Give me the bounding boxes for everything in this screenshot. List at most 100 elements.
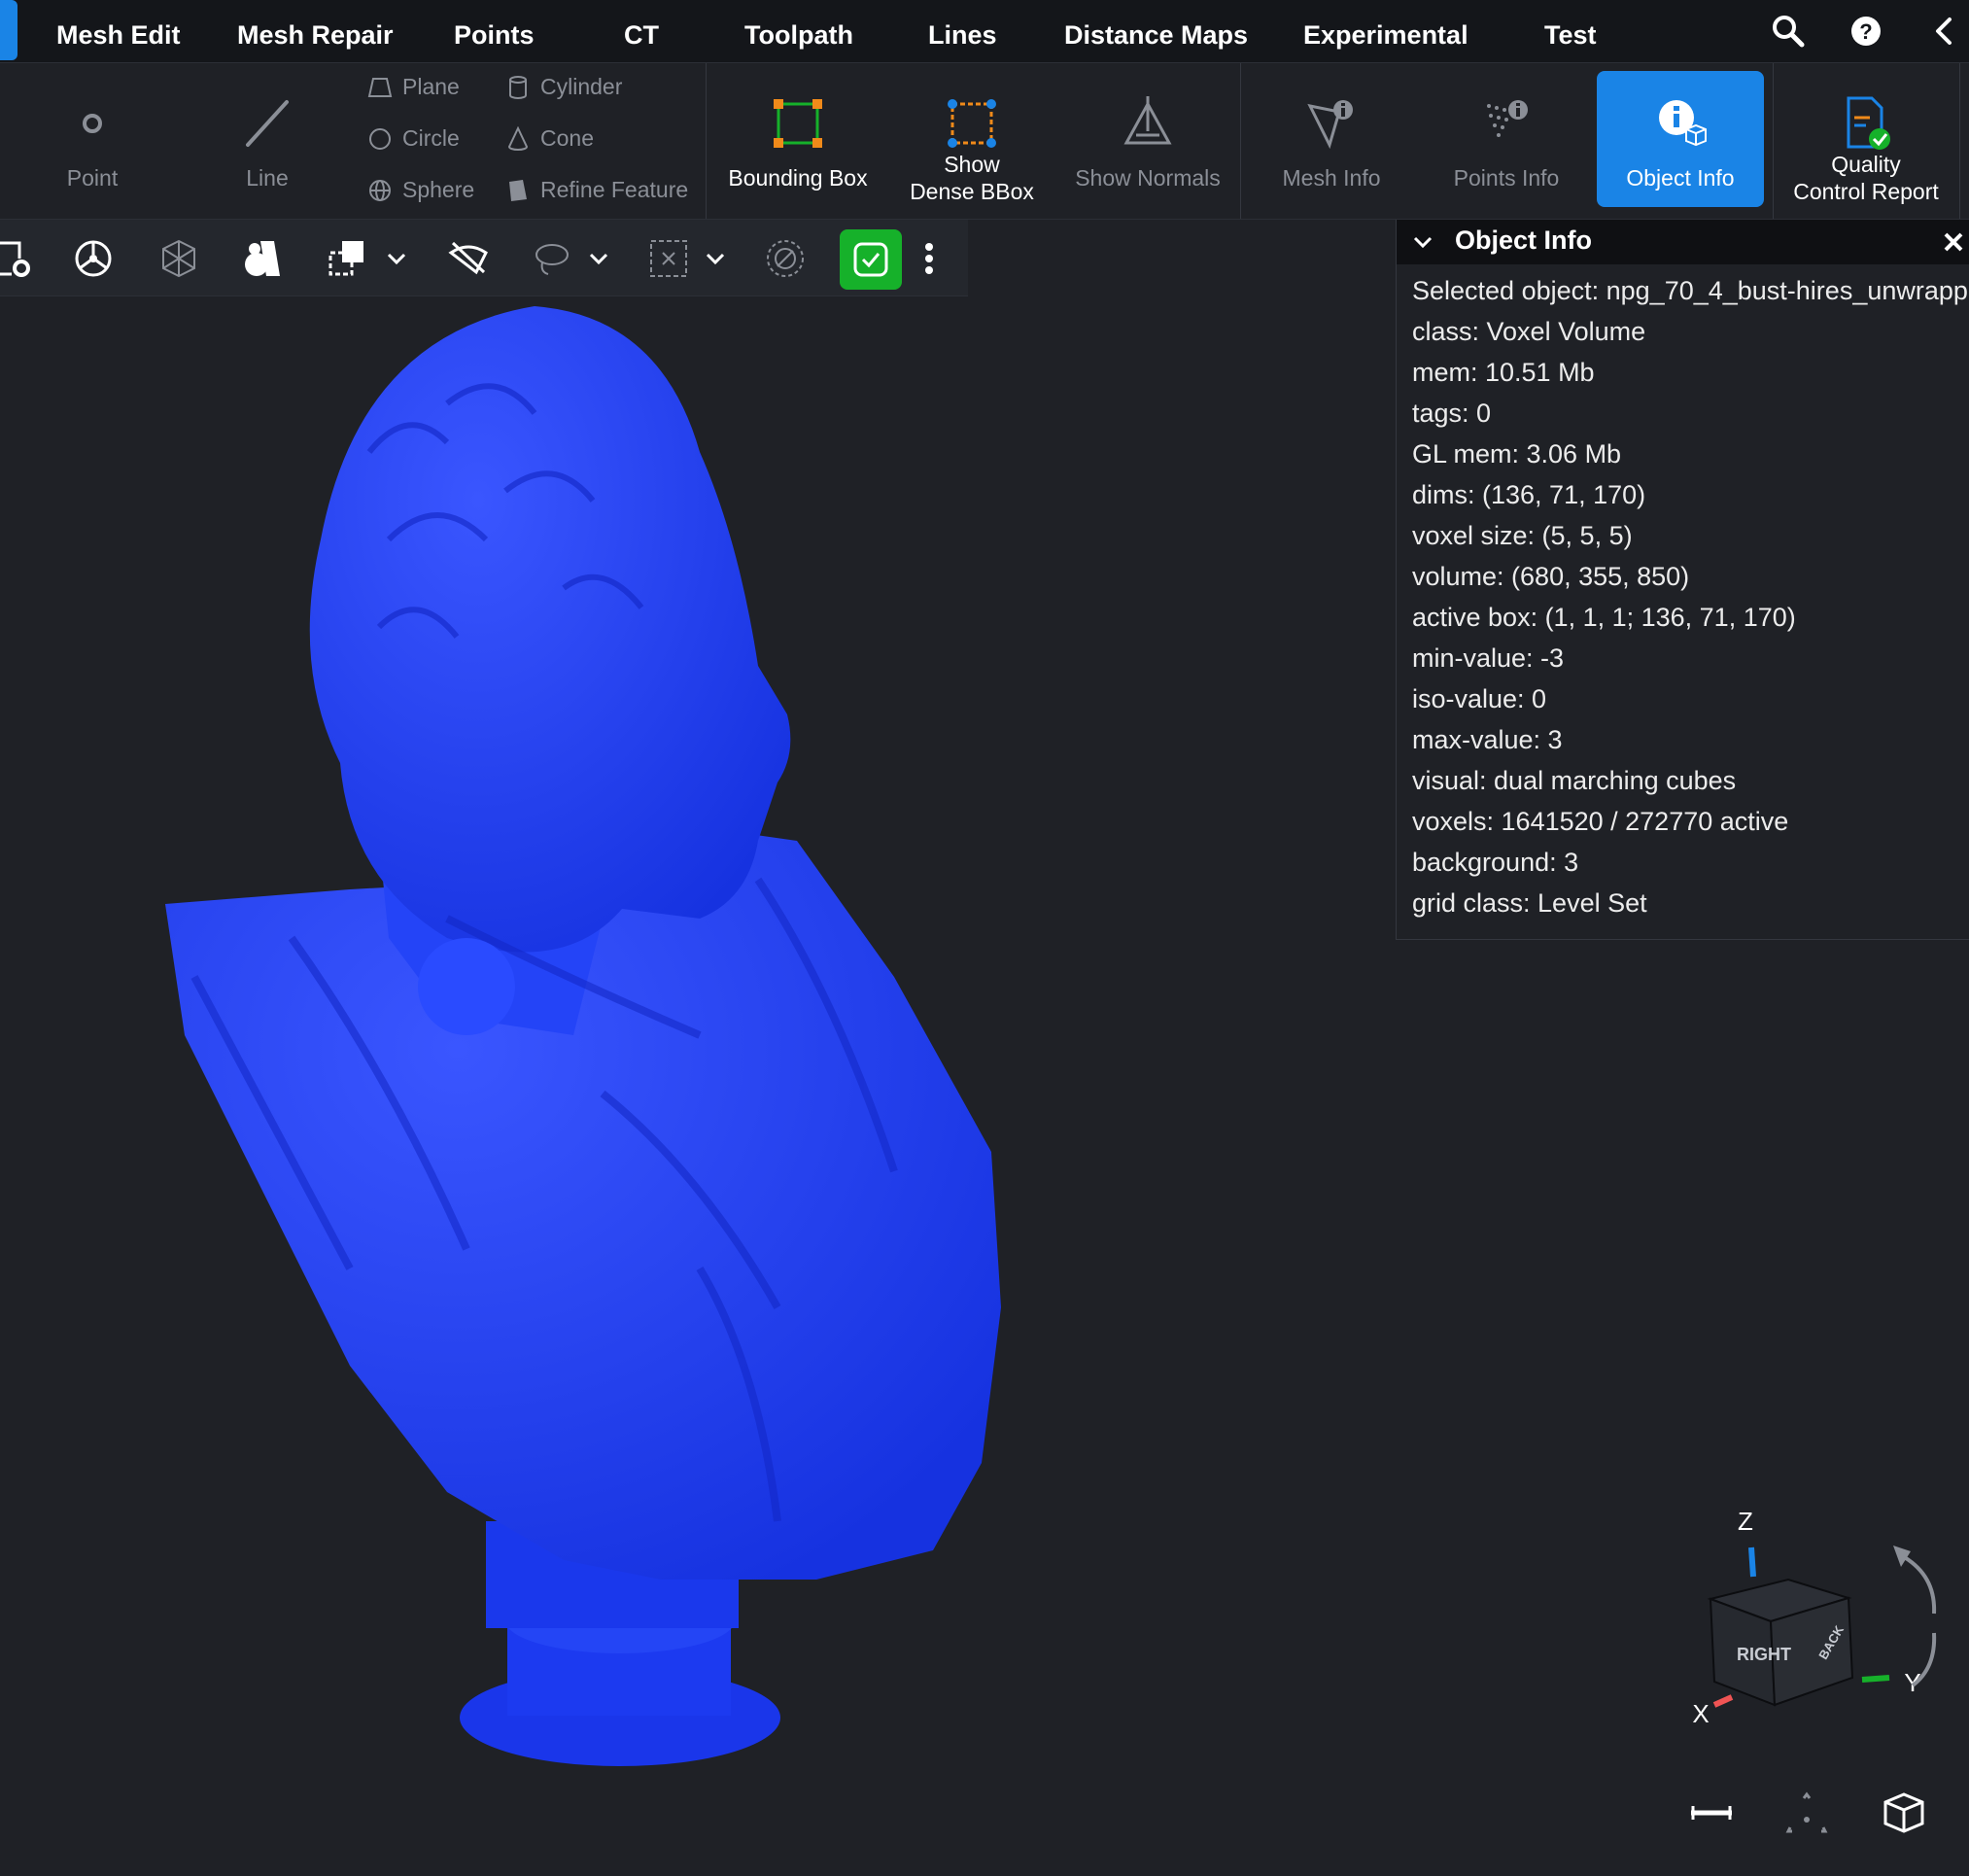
bounding-box-button[interactable]: Bounding Box xyxy=(719,71,877,207)
point-button[interactable]: Point xyxy=(19,71,165,207)
info-voxel-size: voxel size: (5, 5, 5) xyxy=(1412,521,1633,550)
info-class: class: Voxel Volume xyxy=(1412,317,1646,346)
measure-icon[interactable] xyxy=(1687,1789,1736,1837)
show-normals-label: Show Normals xyxy=(1075,165,1221,191)
lasso-icon[interactable] xyxy=(531,237,573,280)
clone-icon[interactable] xyxy=(327,237,369,280)
scene-settings-icon[interactable] xyxy=(0,237,33,280)
fit-view-icon[interactable] xyxy=(1782,1789,1831,1837)
refine-feature-icon xyxy=(509,180,527,201)
cylinder-label: Cylinder xyxy=(540,74,623,99)
menu-test[interactable]: Test xyxy=(1544,0,1597,62)
primitives-icon[interactable] xyxy=(241,237,284,280)
bounding-box-label: Bounding Box xyxy=(728,165,868,191)
chevron-down-icon[interactable] xyxy=(704,247,727,270)
more-options-icon[interactable] xyxy=(908,237,950,280)
info-min-value: min-value: -3 xyxy=(1412,643,1565,673)
menu-experimental[interactable]: Experimental xyxy=(1303,0,1468,62)
help-icon[interactable]: ? xyxy=(1847,12,1885,51)
ribbon-separator xyxy=(706,63,707,219)
menu-distance-maps[interactable]: Distance Maps xyxy=(1064,0,1248,62)
cube-right-label: RIGHT xyxy=(1737,1645,1791,1664)
points-info-icon xyxy=(1487,100,1528,137)
info-iso-value: iso-value: 0 xyxy=(1412,684,1547,713)
bust-model[interactable] xyxy=(155,296,1011,1813)
info-grid-class: grid class: Level Set xyxy=(1412,888,1647,918)
hide-icon[interactable] xyxy=(447,237,490,280)
info-active-box: active box: (1, 1, 1; 136, 71, 170) xyxy=(1412,603,1796,632)
quality-label-2: Control Report xyxy=(1793,179,1939,204)
info-visual: visual: dual marching cubes xyxy=(1412,766,1737,795)
menu-lines[interactable]: Lines xyxy=(928,0,997,62)
menu-points[interactable]: Points xyxy=(454,0,535,62)
info-max-value: max-value: 3 xyxy=(1412,725,1563,754)
plane-icon xyxy=(367,78,393,97)
axis-x-line xyxy=(1712,1694,1734,1708)
svg-text:?: ? xyxy=(1859,19,1872,44)
add-geometry-icon[interactable] xyxy=(157,237,200,280)
circle-icon xyxy=(369,128,391,150)
axis-z-label: Z xyxy=(1738,1507,1753,1536)
points-info-label: Points Info xyxy=(1453,165,1560,191)
show-dense-bbox-button[interactable]: Show Dense BBox xyxy=(894,71,1050,207)
info-tags: tags: 0 xyxy=(1412,399,1492,428)
quality-label-1: Quality xyxy=(1831,152,1901,177)
points-info-button[interactable]: Points Info xyxy=(1429,71,1584,207)
info-dims: dims: (136, 71, 170) xyxy=(1412,480,1646,509)
viewport-toolbar xyxy=(0,220,968,296)
search-icon[interactable] xyxy=(1769,12,1808,51)
object-info-button[interactable]: Object Info xyxy=(1597,71,1764,207)
top-menu-bar: Mesh Edit Mesh Repair Points CT Toolpath… xyxy=(0,0,1969,63)
view-cube[interactable]: Z RIGHT BACK Y X xyxy=(1672,1497,1963,1759)
show-dense-bbox-label-2: Dense BBox xyxy=(910,179,1034,204)
cylinder-icon xyxy=(509,76,527,99)
quality-report-icon xyxy=(1847,96,1890,150)
menu-ct[interactable]: CT xyxy=(624,0,659,62)
point-icon xyxy=(83,114,102,133)
pivot-icon[interactable] xyxy=(72,237,115,280)
close-icon[interactable] xyxy=(1941,229,1966,255)
select-box-icon[interactable] xyxy=(647,237,690,280)
info-gl-mem: GL mem: 3.06 Mb xyxy=(1412,439,1622,469)
axis-y-line xyxy=(1861,1675,1890,1683)
menu-mesh-edit[interactable]: Mesh Edit xyxy=(56,0,181,62)
show-normals-button[interactable]: Show Normals xyxy=(1069,71,1226,207)
object-info-label: Object Info xyxy=(1626,165,1735,191)
line-icon xyxy=(246,100,289,147)
ribbon-toolbar: Point Line Plane Circle Sphere Cylinder xyxy=(0,63,1969,220)
circle-label: Circle xyxy=(402,125,460,151)
chevron-down-icon[interactable] xyxy=(1410,229,1435,255)
info-background: background: 3 xyxy=(1412,848,1579,877)
line-button[interactable]: Line xyxy=(194,71,340,207)
quality-control-report-button[interactable]: Quality Control Report xyxy=(1782,71,1950,207)
rotate-up-icon[interactable] xyxy=(1900,1553,1937,1615)
panel-header[interactable]: Object Info xyxy=(1397,220,1969,264)
sphere-icon xyxy=(369,180,391,201)
ribbon-separator xyxy=(1959,63,1960,219)
cone-label: Cone xyxy=(540,125,594,151)
wireframe-cube-icon[interactable] xyxy=(1880,1789,1928,1837)
axis-x-label: X xyxy=(1692,1699,1709,1728)
plane-label: Plane xyxy=(402,74,460,99)
info-voxels: voxels: 1641520 / 272770 active xyxy=(1412,807,1789,836)
axis-z-line xyxy=(1748,1546,1756,1578)
menu-accent-tab[interactable] xyxy=(0,0,17,60)
line-label: Line xyxy=(246,165,289,191)
sphere-label: Sphere xyxy=(402,177,475,202)
chevron-down-icon[interactable] xyxy=(385,247,408,270)
info-volume: volume: (680, 355, 850) xyxy=(1412,562,1690,591)
normals-icon xyxy=(1123,96,1172,145)
mesh-info-button[interactable]: Mesh Info xyxy=(1254,71,1409,207)
apply-button[interactable] xyxy=(840,229,902,290)
ribbon-separator xyxy=(1240,63,1241,219)
check-icon xyxy=(853,242,888,277)
rotate-up-arrowhead xyxy=(1893,1546,1911,1567)
menu-toolpath[interactable]: Toolpath xyxy=(744,0,853,62)
chevron-down-icon[interactable] xyxy=(587,247,610,270)
clear-selection-icon[interactable] xyxy=(764,237,807,280)
info-selected-object: Selected object: npg_70_4_bust-hires_unw… xyxy=(1412,276,1968,305)
menu-mesh-repair[interactable]: Mesh Repair xyxy=(237,0,394,62)
panel-title: Object Info xyxy=(1455,226,1592,255)
chevron-left-icon[interactable] xyxy=(1926,12,1965,51)
info-mem: mem: 10.51 Mb xyxy=(1412,358,1595,387)
